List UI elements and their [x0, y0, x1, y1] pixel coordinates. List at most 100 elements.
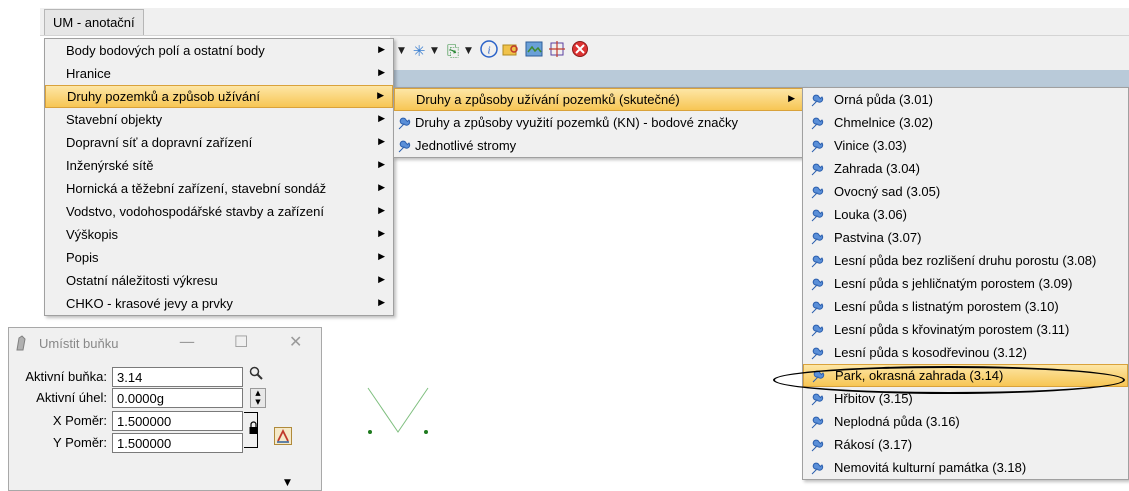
active-angle-input[interactable]	[112, 388, 243, 408]
menu-item[interactable]: Dopravní síť a dopravní zařízení ▶	[45, 131, 393, 154]
menu-item[interactable]: Hornická a těžební zařízení, stavební so…	[45, 177, 393, 200]
park-symbol-dot-left	[368, 430, 372, 434]
menu-item-label: Lesní půda s jehličnatým porostem (3.09)	[834, 276, 1073, 291]
menu-item-label: Park, okrasná zahrada (3.14)	[835, 368, 1004, 383]
dropdown-arrow-icon[interactable]: ▼	[465, 43, 472, 59]
wrench-icon	[810, 414, 824, 429]
submenu-arrow-icon: ▶	[378, 206, 385, 216]
menu-item-label: Hřbitov (3.15)	[834, 391, 913, 406]
menu-bar-item-um-anotacni[interactable]: UM - anotační	[44, 9, 144, 35]
menu-item-label: Lesní půda s kosodřevinou (3.12)	[834, 345, 1027, 360]
menu-item[interactable]: Orná půda (3.01)	[803, 88, 1128, 111]
delete-icon[interactable]	[570, 40, 590, 62]
menu-item[interactable]: Hranice ▶	[45, 62, 393, 85]
menu-item-label: Pastvina (3.07)	[834, 230, 922, 245]
wrench-icon	[810, 322, 824, 337]
menu-item[interactable]: CHKO - krasové jevy a prvky ▶	[45, 292, 393, 315]
scale-tool-button[interactable]	[274, 427, 292, 445]
expand-arrow-icon[interactable]: ▼	[284, 478, 291, 488]
menu-item[interactable]: Ovocný sad (3.05)	[803, 180, 1128, 203]
menu-item[interactable]: Vinice (3.03)	[803, 134, 1128, 157]
menu-item-label: Chmelnice (3.02)	[834, 115, 933, 130]
submenu-arrow-icon: ▶	[788, 94, 795, 104]
wrench-icon	[810, 437, 824, 452]
search-folder-icon[interactable]	[501, 40, 521, 62]
search-icon[interactable]	[249, 366, 263, 383]
attach-icon[interactable]: ⎘	[443, 40, 463, 62]
wrench-icon	[810, 391, 824, 406]
menu-item-label: Orná půda (3.01)	[834, 92, 934, 107]
wrench-icon	[810, 207, 824, 222]
submenu-arrow-icon: ▶	[378, 229, 385, 239]
menu-level-1: Body bodových polí a ostatní body ▶ Hranic…	[44, 38, 394, 316]
menu-item-label: Zahrada (3.04)	[834, 161, 920, 176]
menu-item[interactable]: Lesní půda s listnatým porostem (3.10)	[803, 295, 1128, 318]
wrench-icon	[810, 184, 824, 199]
menu-item[interactable]: Rákosí (3.17)	[803, 433, 1128, 456]
x-scale-input[interactable]	[112, 411, 243, 431]
menu-item[interactable]: Louka (3.06)	[803, 203, 1128, 226]
menu-item[interactable]: Druhy a způsoby užívání pozemků (skutečn…	[394, 88, 804, 111]
menu-item[interactable]: Ostatní náležitosti výkresu ▶	[45, 269, 393, 292]
menu-item[interactable]: Lesní půda bez rozlišení druhu porostu (…	[803, 249, 1128, 272]
y-scale-input[interactable]	[112, 433, 243, 453]
menu-item-label: Výškopis	[66, 227, 119, 242]
dropdown-arrow-icon[interactable]: ▼	[431, 43, 438, 59]
menu-item-label: Vodstvo, vodohospodářské stavby a zaříze…	[66, 204, 324, 219]
place-cell-dialog: Umístit buňku — ☐ ✕ Aktivní buňka: Aktiv…	[8, 327, 322, 491]
submenu-arrow-icon: ▶	[378, 298, 385, 308]
grid-image-icon[interactable]	[524, 40, 544, 62]
menu-item[interactable]: Body bodových polí a ostatní body ▶	[45, 39, 393, 62]
menu-item[interactable]: Park, okrasná zahrada (3.14)	[803, 364, 1128, 387]
submenu-arrow-icon: ▶	[378, 160, 385, 170]
angle-spinner[interactable]: ▲ ▼	[250, 388, 266, 408]
close-button[interactable]: ✕	[289, 332, 302, 351]
dropdown-arrow-icon[interactable]: ▼	[398, 43, 405, 59]
menu-item[interactable]: Inženýrské sítě ▶	[45, 154, 393, 177]
menu-item[interactable]: Lesní půda s kosodřevinou (3.12)	[803, 341, 1128, 364]
menu-item-label: Hranice	[66, 66, 111, 81]
minimize-button[interactable]: —	[179, 332, 195, 351]
submenu-arrow-icon: ▶	[378, 275, 385, 285]
submenu-arrow-icon: ▶	[378, 252, 385, 262]
menu-level-3: Orná půda (3.01) Chmelnice (3.02) Vinice (…	[802, 87, 1129, 480]
menu-item[interactable]: Zahrada (3.04)	[803, 157, 1128, 180]
menu-item[interactable]: Lesní půda s jehličnatým porostem (3.09)	[803, 272, 1128, 295]
menu-item-label: Inženýrské sítě	[66, 158, 154, 173]
menu-item-label: Dopravní síť a dopravní zařízení	[66, 135, 253, 150]
wrench-icon	[810, 161, 824, 176]
info-icon[interactable]: i	[479, 40, 499, 62]
menu-item[interactable]: Vodstvo, vodohospodářské stavby a zaříze…	[45, 200, 393, 223]
menu-item[interactable]: Chmelnice (3.02)	[803, 111, 1128, 134]
wrench-icon	[810, 345, 824, 360]
submenu-arrow-icon: ▶	[378, 68, 385, 78]
wrench-icon	[811, 369, 825, 383]
menu-item-label: Lesní půda bez rozlišení druhu porostu (…	[834, 253, 1097, 268]
menu-item[interactable]: Výškopis ▶	[45, 223, 393, 246]
menu-item-label: Stavební objekty	[66, 112, 163, 127]
menu-item-label: Jednotlivé stromy	[415, 138, 517, 153]
submenu-arrow-icon: ▶	[378, 137, 385, 147]
menu-item[interactable]: Hřbitov (3.15)	[803, 387, 1128, 410]
menu-item-label: Body bodových polí a ostatní body	[66, 43, 265, 58]
menu-item[interactable]: Druhy pozemků a způsob užívání ▶	[45, 85, 393, 108]
menu-item[interactable]: Stavební objekty ▶	[45, 108, 393, 131]
wrench-icon	[810, 299, 824, 314]
crosshair-icon[interactable]	[547, 40, 567, 62]
wrench-icon	[397, 138, 411, 153]
lock-icon[interactable]	[249, 421, 258, 435]
submenu-arrow-icon: ▶	[378, 183, 385, 193]
menu-item[interactable]: Jednotlivé stromy	[394, 134, 804, 157]
y-scale-label: Y Poměr:	[53, 435, 107, 450]
wrench-icon	[810, 92, 824, 107]
snap-icon[interactable]: ✳	[409, 40, 429, 62]
menu-item[interactable]: Pastvina (3.07)	[803, 226, 1128, 249]
maximize-button[interactable]: ☐	[234, 332, 248, 351]
menu-item[interactable]: Druhy a způsoby využití pozemků (KN) - b…	[394, 111, 804, 134]
menu-item[interactable]: Nemovitá kulturní památka (3.18)	[803, 456, 1128, 479]
menu-item[interactable]: Popis ▶	[45, 246, 393, 269]
menu-item[interactable]: Neplodná půda (3.16)	[803, 410, 1128, 433]
active-cell-input[interactable]	[112, 367, 243, 387]
menu-item[interactable]: Lesní půda s křovinatým porostem (3.11)	[803, 318, 1128, 341]
wrench-icon	[810, 253, 824, 268]
